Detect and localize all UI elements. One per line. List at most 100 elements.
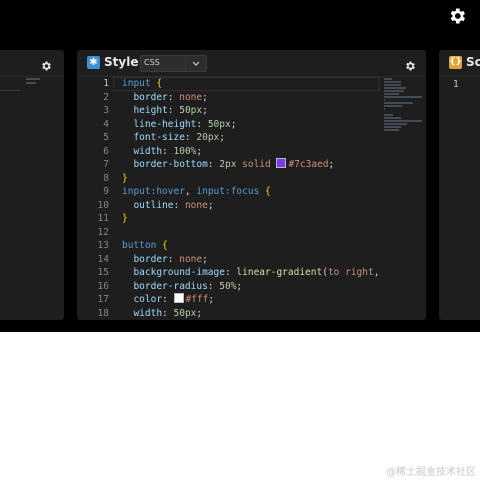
code-line[interactable]: border-radius: 50%; xyxy=(122,280,380,294)
code-token: linear-gradient xyxy=(236,267,323,278)
line-number: 9 xyxy=(103,186,109,197)
code-token: #7c3aed xyxy=(288,159,329,170)
code-line[interactable]: outline: none; xyxy=(122,199,380,213)
line-number: 8 xyxy=(103,172,109,184)
language-value: CSS xyxy=(144,58,160,67)
code-line[interactable]: color: #fff; xyxy=(122,293,380,307)
minimap[interactable] xyxy=(380,77,426,320)
code-token: : xyxy=(207,159,220,170)
code-line[interactable]: line-height: 50px; xyxy=(122,118,380,132)
code-line[interactable]: font-size: 20px; xyxy=(122,131,380,145)
code-token: : xyxy=(167,91,180,103)
code-area[interactable]: input { border: none; height: 50px; line… xyxy=(122,77,380,320)
minimap-line xyxy=(384,126,401,128)
code-line[interactable]: } xyxy=(122,172,380,186)
code-token: ; xyxy=(196,145,203,157)
js-logo-icon: {} xyxy=(449,56,462,69)
code-token: { xyxy=(265,186,271,197)
code-token: ; xyxy=(202,105,208,116)
code-token: border-bottom xyxy=(122,159,208,170)
minimap-line xyxy=(384,114,393,116)
code-line[interactable]: } xyxy=(122,212,380,226)
code-token: height xyxy=(122,105,168,116)
code-line[interactable]: width: 100%; xyxy=(122,145,380,159)
code-line[interactable]: height: 50px; xyxy=(122,104,380,118)
code-token: none xyxy=(179,91,203,103)
style-panel-header: ✱ Style CSS xyxy=(77,50,426,77)
code-token: none xyxy=(184,199,208,211)
gear-icon[interactable] xyxy=(40,57,52,71)
code-line[interactable]: border: none; xyxy=(122,91,380,105)
minimap-line xyxy=(384,93,400,95)
line-number: 4 xyxy=(103,118,109,130)
line-number: 15 xyxy=(97,267,109,278)
code-line[interactable] xyxy=(122,226,380,240)
code-token: font-size xyxy=(122,132,185,143)
line-number: 6 xyxy=(103,145,109,157)
minimap-line xyxy=(384,81,401,83)
code-token: } xyxy=(122,213,128,224)
minimap-line xyxy=(384,129,400,131)
line-number: 18 xyxy=(97,307,109,319)
minimap-line xyxy=(384,84,401,86)
code-token: solid xyxy=(242,159,277,170)
code-token: ; xyxy=(207,199,214,211)
css-logo-icon: ✱ xyxy=(87,56,100,69)
code-token: 20px xyxy=(196,132,220,143)
line-number: 14 xyxy=(97,253,109,265)
color-swatch[interactable] xyxy=(173,293,184,303)
code-token: ; xyxy=(202,253,208,265)
active-line-marker xyxy=(0,90,20,91)
code-line[interactable]: width: 50px; xyxy=(122,307,380,321)
minimap-line xyxy=(384,87,406,89)
line-number: 13 xyxy=(97,240,109,251)
code-line[interactable]: background-image: linear-gradient(to rig… xyxy=(122,266,380,280)
code-token: : xyxy=(184,132,197,143)
code-token: : xyxy=(224,267,237,278)
line-number: 7 xyxy=(103,159,109,170)
minimap-line xyxy=(384,90,404,92)
code-token: 50px xyxy=(207,118,231,130)
chevron-down-icon[interactable] xyxy=(185,56,206,71)
minimap-line xyxy=(384,99,386,101)
color-swatch[interactable] xyxy=(276,158,287,168)
code-token: outline xyxy=(122,199,174,211)
code-token: #fff xyxy=(185,294,209,305)
minimap-line xyxy=(384,108,386,110)
minimap-line xyxy=(384,78,392,80)
gear-icon[interactable] xyxy=(404,57,416,71)
code-line[interactable]: border-bottom: 2px solid #7c3aed; xyxy=(122,158,380,172)
html-minimap[interactable] xyxy=(26,78,46,88)
code-token: none xyxy=(179,253,203,265)
code-line[interactable]: border: none; xyxy=(122,253,380,267)
code-token: 50px xyxy=(173,307,197,319)
code-token: } xyxy=(122,172,128,184)
code-token: ; xyxy=(328,159,335,170)
code-token: width xyxy=(122,145,163,157)
language-select[interactable]: CSS xyxy=(140,55,207,72)
line-number: 1 xyxy=(453,79,459,90)
code-token: line-height xyxy=(122,118,197,130)
code-token: border xyxy=(122,253,168,265)
code-line[interactable]: button { xyxy=(122,239,380,253)
minimap-line xyxy=(384,117,401,119)
line-number: 11 xyxy=(97,213,109,224)
code-token: : xyxy=(196,118,208,130)
code-editor[interactable]: 1 2 3 4 5 6 7 8 9 10 11 12 13 14 15 16 17 18 input { bord… xyxy=(77,77,426,320)
code-token: 50px xyxy=(179,105,203,116)
code-token: : xyxy=(167,253,180,265)
code-token: : xyxy=(207,280,220,292)
code-token: : xyxy=(162,307,174,319)
code-token: to right xyxy=(327,267,374,278)
gear-icon[interactable] xyxy=(447,6,467,26)
code-token: 50% xyxy=(219,280,237,292)
code-token: : xyxy=(162,294,174,305)
watermark: @稀土掘金技术社区 xyxy=(386,467,476,478)
line-number: 16 xyxy=(97,280,109,292)
minimap-line xyxy=(384,123,408,125)
code-line[interactable]: input { xyxy=(122,77,380,91)
code-line[interactable]: input:hover, input:focus { xyxy=(122,185,380,199)
code-token: ; xyxy=(230,118,237,130)
line-number: 5 xyxy=(103,132,109,143)
code-token: input xyxy=(122,78,157,89)
